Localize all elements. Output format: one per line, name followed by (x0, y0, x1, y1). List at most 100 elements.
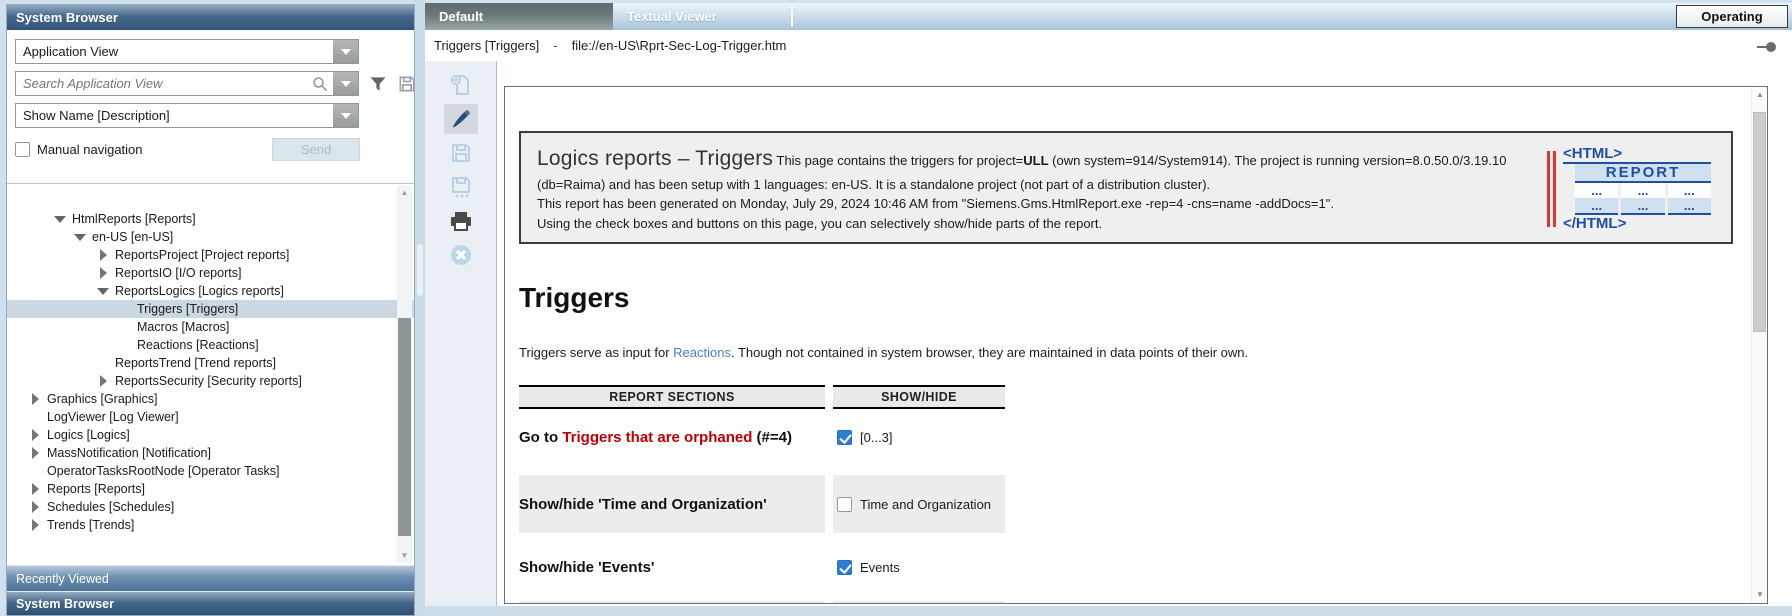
tree-item[interactable]: en-US [en-US] (7, 228, 414, 246)
expander-icon[interactable] (29, 447, 41, 459)
operating-button[interactable]: Operating (1676, 5, 1788, 28)
tree-item[interactable]: HtmlReports [Reports] (7, 210, 414, 228)
tree-item[interactable]: MassNotification [Notification] (7, 444, 414, 462)
manual-navigation-checkbox[interactable] (15, 142, 30, 157)
scroll-up-icon[interactable]: ▲ (397, 186, 412, 200)
scroll-down-icon[interactable]: ▼ (397, 549, 412, 563)
panel-splitter[interactable] (415, 0, 425, 616)
save-icon[interactable] (444, 138, 478, 168)
tree-item[interactable]: Logics [Logics] (7, 426, 414, 444)
tab-separator (791, 6, 793, 27)
filter-icon[interactable] (368, 74, 388, 94)
save-view-icon[interactable] (397, 74, 417, 94)
system-browser-bar[interactable]: System Browser (7, 591, 414, 615)
logo-red-bars-icon (1547, 151, 1556, 227)
checkbox-label: [0...3] (860, 430, 893, 445)
tree-item[interactable]: LogViewer [Log Viewer] (7, 408, 414, 426)
expander-icon (29, 465, 41, 477)
tree-item[interactable]: Reports [Reports] (7, 480, 414, 498)
expander-icon[interactable] (97, 249, 109, 261)
report-generated-line: This report has been generated on Monday… (537, 196, 1334, 211)
tree-item[interactable]: Trends [Trends] (7, 516, 414, 534)
section-label-cell: Show/hide 'Time and Organization' (519, 475, 825, 533)
pin-icon[interactable] (1756, 40, 1778, 54)
show-hide-checkbox[interactable] (837, 430, 852, 445)
logo-cell: ... (1621, 183, 1664, 198)
search-chevron-down-icon[interactable] (333, 72, 358, 95)
section-label-text: Show/hide 'Events' (519, 559, 655, 576)
recently-viewed-bar[interactable]: Recently Viewed (7, 565, 414, 591)
tree-item-label: ReportsTrend [Trend reports] (115, 356, 276, 370)
send-button[interactable]: Send (272, 138, 360, 161)
breadcrumb-title: Triggers [Triggers] (434, 38, 539, 53)
report-usage-line: Using the check boxes and buttons on thi… (537, 216, 1102, 231)
search-box (15, 71, 359, 96)
print-icon[interactable] (444, 206, 478, 236)
section-label-cell: Show/hide 'Events' (519, 545, 825, 589)
chevron-down-icon[interactable] (333, 104, 358, 127)
display-mode-dropdown[interactable]: Show Name [Description] (15, 103, 359, 128)
logo-cell: ... (1668, 198, 1711, 215)
manual-navigation-label: Manual navigation (37, 142, 272, 157)
tree-item[interactable]: ReportsTrend [Trend reports] (7, 354, 414, 372)
tree-item[interactable]: ReportsSecurity [Security reports] (7, 372, 414, 390)
section-label-text: Show/hide 'Time and Organization' (519, 496, 767, 513)
search-input[interactable] (16, 76, 311, 91)
expander-icon[interactable] (97, 375, 109, 387)
tree-scrollbar[interactable]: ▲ ▼ (397, 186, 412, 563)
tree-item-label: ReportsSecurity [Security reports] (115, 374, 302, 388)
scroll-down-icon[interactable]: ▼ (1752, 587, 1768, 603)
scrollbar-thumb[interactable] (1753, 112, 1766, 332)
table-row-partial (519, 601, 1005, 604)
expander-icon[interactable] (29, 483, 41, 495)
tree-item[interactable]: Graphics [Graphics] (7, 390, 414, 408)
tree-item[interactable]: ReportsLogics [Logics reports] (7, 282, 414, 300)
tree-item[interactable]: ReportsProject [Project reports] (7, 246, 414, 264)
expander-icon[interactable] (74, 231, 86, 243)
tree-item[interactable]: Reactions [Reactions] (7, 336, 414, 354)
save-as-icon[interactable] (444, 172, 478, 202)
chevron-down-icon[interactable] (333, 40, 358, 63)
table-row: Show/hide 'Time and Organization'Time an… (519, 475, 1005, 533)
logo-cell: ... (1621, 198, 1664, 215)
orphaned-triggers-link[interactable]: Triggers that are orphaned (562, 429, 752, 446)
expander-icon[interactable] (29, 393, 41, 405)
scroll-up-icon[interactable]: ▲ (1752, 87, 1768, 103)
tree-item-label: LogViewer [Log Viewer] (47, 410, 179, 424)
report-scrollbar[interactable]: ▲ ▼ (1751, 87, 1767, 603)
tree-item[interactable]: ReportsIO [I/O reports] (7, 264, 414, 282)
tree-item[interactable]: OperatorTasksRootNode [Operator Tasks] (7, 462, 414, 480)
tab-textual-viewer[interactable]: Textual Viewer (613, 3, 791, 30)
section-label-text: (#=4) (752, 429, 792, 446)
expander-icon[interactable] (29, 501, 41, 513)
show-hide-checkbox[interactable] (837, 497, 852, 512)
tab-default[interactable]: Default (425, 3, 613, 30)
tree-item[interactable]: Macros [Macros] (7, 318, 414, 336)
scrollbar-thumb[interactable] (398, 318, 411, 536)
edit-pen-icon[interactable] (444, 104, 478, 134)
expander-icon (29, 411, 41, 423)
checkbox-label: Events (860, 560, 900, 575)
expander-icon[interactable] (54, 213, 66, 225)
expander-icon[interactable] (29, 519, 41, 531)
reactions-link[interactable]: Reactions (673, 345, 731, 360)
expander-icon[interactable] (97, 285, 109, 297)
view-selector-value: Application View (16, 44, 333, 59)
show-hide-checkbox[interactable] (837, 560, 852, 575)
tree-item-label: ReportsIO [I/O reports] (115, 266, 241, 280)
expander-icon[interactable] (97, 267, 109, 279)
tree-item[interactable]: Schedules [Schedules] (7, 498, 414, 516)
logo-cell: ... (1575, 183, 1618, 198)
add-document-icon[interactable] (444, 70, 478, 100)
tree-item-label: Macros [Macros] (137, 320, 229, 334)
tree-item-label: Schedules [Schedules] (47, 500, 174, 514)
search-icon[interactable] (311, 75, 329, 93)
splitter-handle[interactable] (417, 244, 423, 296)
logo-cell: ... (1668, 183, 1711, 198)
cancel-icon[interactable] (444, 240, 478, 270)
tree-item[interactable]: Triggers [Triggers] (7, 300, 414, 318)
tree-item-label: Logics [Logics] (47, 428, 130, 442)
tree-item-label: Reports [Reports] (47, 482, 145, 496)
view-selector-dropdown[interactable]: Application View (15, 39, 359, 64)
expander-icon[interactable] (29, 429, 41, 441)
